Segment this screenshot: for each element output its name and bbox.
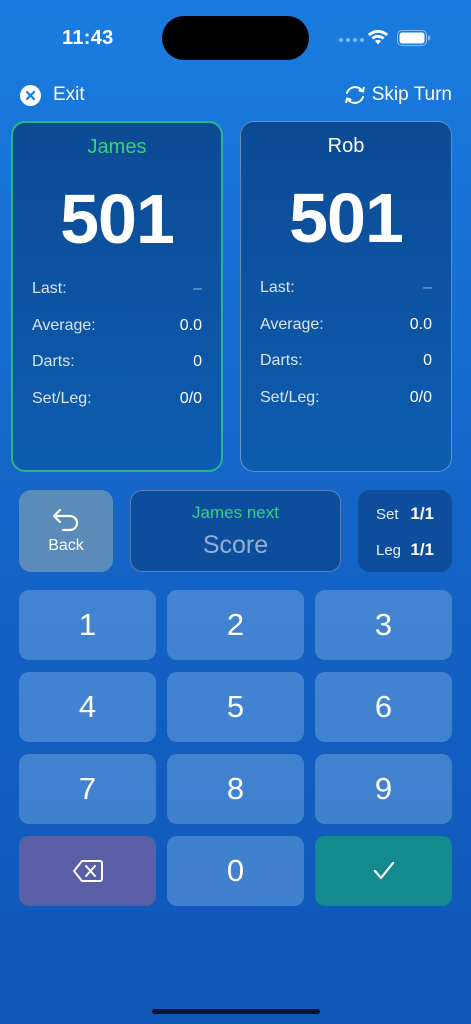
score-placeholder: Score — [202, 531, 269, 559]
stat-value: – — [193, 280, 202, 297]
stat-last: Last: – — [260, 279, 432, 297]
stat-label: Darts: — [260, 352, 303, 369]
wifi-icon — [368, 30, 388, 45]
key-6[interactable]: 6 — [315, 672, 452, 742]
key-1[interactable]: 1 — [19, 590, 156, 660]
next-player-label: James next — [192, 503, 279, 522]
confirm-key[interactable] — [315, 836, 452, 906]
back-label: Back — [48, 537, 84, 554]
stat-label: Last: — [32, 280, 67, 297]
delete-key[interactable] — [19, 836, 156, 906]
leg-row: Leg 1/1 — [376, 540, 434, 560]
player-name: James — [87, 136, 147, 158]
undo-arrow-icon — [52, 508, 79, 532]
set-row: Set 1/1 — [376, 504, 434, 524]
key-8[interactable]: 8 — [167, 754, 304, 824]
stat-value: 0/0 — [409, 389, 432, 406]
stat-value: 0 — [193, 353, 202, 370]
stat-label: Average: — [260, 316, 324, 333]
battery-icon — [397, 30, 430, 46]
score-input[interactable]: James next Score — [130, 490, 341, 572]
status-time: 11:43 — [62, 27, 114, 49]
dynamic-island — [162, 16, 309, 60]
refresh-icon — [344, 86, 365, 104]
stat-value: 0/0 — [179, 390, 202, 407]
stat-darts: Darts: 0 — [32, 353, 202, 371]
stat-set-leg: Set/Leg: 0/0 — [260, 389, 432, 407]
stat-label: Average: — [32, 317, 96, 334]
stat-last: Last: – — [32, 280, 202, 298]
stat-label: Set/Leg: — [32, 390, 92, 407]
skip-turn-label: Skip Turn — [371, 84, 452, 105]
set-value: 1/1 — [410, 504, 434, 523]
player-name: Rob — [327, 135, 365, 157]
set-leg-indicator: Set 1/1 Leg 1/1 — [358, 490, 452, 572]
backspace-icon — [72, 860, 103, 882]
close-circle-icon — [20, 84, 41, 106]
key-2[interactable]: 2 — [167, 590, 304, 660]
stat-value: 0 — [423, 352, 432, 369]
stat-set-leg: Set/Leg: 0/0 — [32, 390, 202, 408]
leg-label: Leg — [376, 542, 402, 559]
checkmark-icon — [373, 861, 394, 880]
stat-label: Last: — [260, 279, 295, 296]
stat-darts: Darts: 0 — [260, 352, 432, 370]
stat-average: Average: 0.0 — [260, 316, 432, 334]
stat-value: 0.0 — [409, 316, 432, 333]
leg-value: 1/1 — [410, 540, 434, 559]
key-0[interactable]: 0 — [167, 836, 304, 906]
stat-value: 0.0 — [179, 317, 202, 334]
key-9[interactable]: 9 — [315, 754, 452, 824]
stat-average: Average: 0.0 — [32, 317, 202, 335]
stat-label: Darts: — [32, 353, 75, 370]
stat-label: Set/Leg: — [260, 389, 320, 406]
stat-value: – — [423, 279, 432, 296]
player-card-james: James 501 Last: – Average: 0.0 Darts: 0 … — [11, 121, 223, 472]
key-3[interactable]: 3 — [315, 590, 452, 660]
player-score: 501 — [60, 180, 175, 258]
skip-turn-button[interactable]: Skip Turn — [343, 84, 452, 106]
player-card-rob: Rob 501 Last: – Average: 0.0 Darts: 0 Se… — [240, 121, 452, 472]
status-bar: 11:43 — [0, 0, 471, 76]
home-indicator[interactable] — [152, 1009, 320, 1014]
player-score: 501 — [289, 179, 404, 257]
key-7[interactable]: 7 — [19, 754, 156, 824]
exit-label: Exit — [53, 84, 85, 105]
key-4[interactable]: 4 — [19, 672, 156, 742]
key-5[interactable]: 5 — [167, 672, 304, 742]
set-label: Set — [376, 506, 399, 523]
exit-button[interactable]: Exit — [20, 84, 85, 106]
cellular-signal-icon — [339, 38, 364, 42]
back-button[interactable]: Back — [19, 490, 113, 572]
